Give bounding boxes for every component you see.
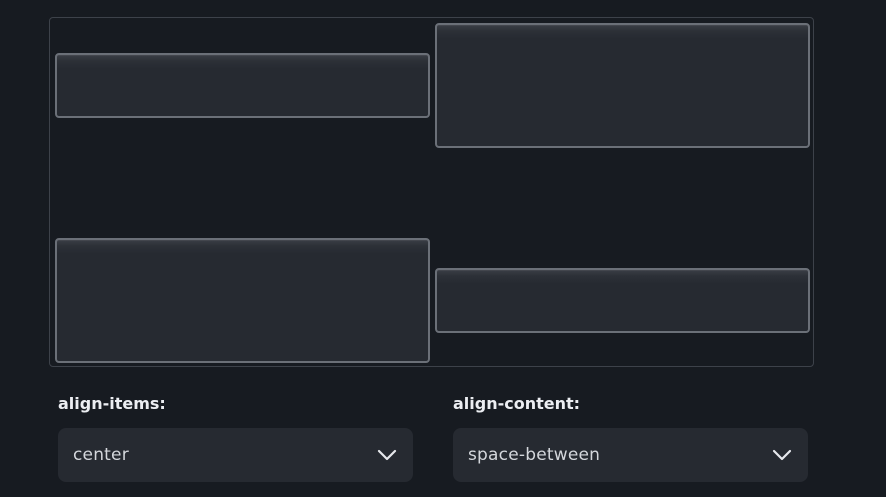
align-items-label: align-items: <box>58 394 166 413</box>
flex-demo-container <box>49 17 814 367</box>
align-items-select[interactable]: center <box>58 428 413 482</box>
align-content-label: align-content: <box>453 394 581 413</box>
flex-item-3 <box>55 238 430 363</box>
align-items-value: center <box>73 445 129 465</box>
align-content-value: space-between <box>468 445 601 465</box>
flex-item-2 <box>435 23 810 148</box>
chevron-down-icon <box>376 444 398 466</box>
flex-item-4 <box>435 268 810 333</box>
chevron-down-icon <box>771 444 793 466</box>
align-content-select[interactable]: space-between <box>453 428 808 482</box>
flex-item-1 <box>55 53 430 118</box>
